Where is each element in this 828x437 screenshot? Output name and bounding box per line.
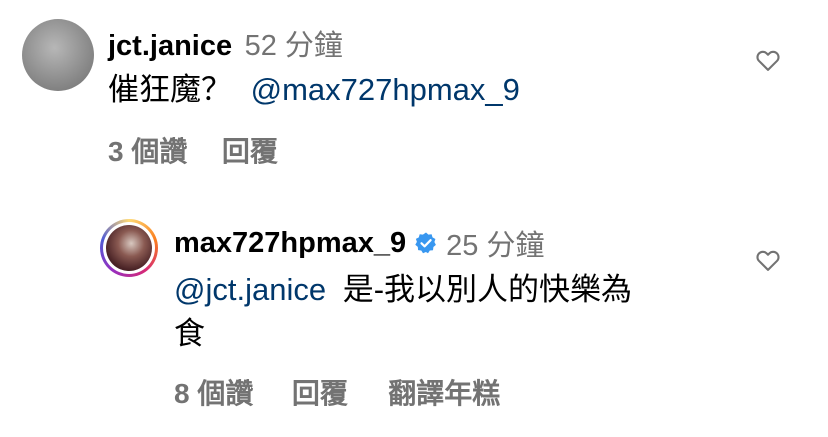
username[interactable]: jct.janice — [108, 30, 232, 62]
likes-count[interactable]: 8 個讚 — [174, 378, 253, 409]
avatar-ring[interactable] — [100, 219, 158, 277]
reply-text: @jct.janice 是-我以別人的快樂為 食 — [174, 268, 754, 356]
timestamp: 52 分鐘 — [244, 30, 343, 62]
comment-text: 催狂魔？ @max727hpmax_9 — [108, 68, 520, 112]
reply-line-2: 食 — [174, 312, 754, 356]
verified-badge-icon — [415, 232, 437, 254]
avatar-jct-janice[interactable] — [22, 19, 94, 91]
comment-header: jct.janice 52 分鐘 — [108, 22, 343, 64]
reply-line-1: @jct.janice 是-我以別人的快樂為 — [174, 268, 754, 312]
avatar-max727hpmax-9 — [106, 225, 152, 271]
reply-actions: 8 個讚 回覆 翻譯年糕 — [174, 372, 500, 412]
reply-button[interactable]: 回覆 — [222, 136, 278, 167]
mention-link[interactable]: @max727hpmax_9 — [251, 72, 520, 107]
mention-link[interactable]: @jct.janice — [174, 272, 326, 307]
reply-body-line-1: 是-我以別人的快樂為 — [342, 272, 633, 307]
reply-header: max727hpmax_9 25 分鐘 — [174, 222, 544, 264]
likes-count[interactable]: 3 個讚 — [108, 136, 187, 167]
username[interactable]: max727hpmax_9 — [174, 227, 406, 260]
timestamp: 25 分鐘 — [446, 230, 545, 262]
translate-button[interactable]: 翻譯年糕 — [388, 378, 500, 409]
heart-icon[interactable] — [754, 46, 782, 74]
reply-body-line-2: 食 — [174, 316, 205, 351]
reply-button[interactable]: 回覆 — [292, 378, 348, 409]
comment-body: 催狂魔？ — [108, 72, 232, 107]
heart-icon[interactable] — [754, 246, 782, 274]
comment-actions: 3 個讚 回覆 — [108, 130, 278, 170]
